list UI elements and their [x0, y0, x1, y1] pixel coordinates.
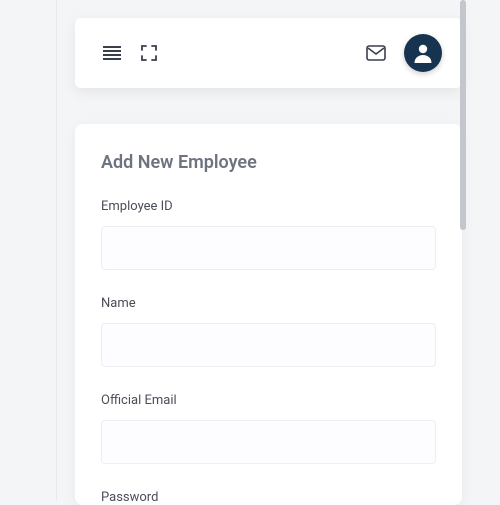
field-name: Name [101, 296, 436, 367]
field-password: Password [101, 490, 436, 505]
scrollbar-thumb[interactable] [460, 0, 466, 230]
field-email: Official Email [101, 393, 436, 464]
page-title: Add New Employee [101, 152, 436, 173]
sidebar-edge [56, 0, 57, 500]
input-name[interactable] [101, 323, 436, 367]
topbar [75, 18, 462, 88]
label-password: Password [101, 490, 436, 505]
menu-icon[interactable] [103, 46, 121, 60]
label-name: Name [101, 296, 436, 311]
label-employee-id: Employee ID [101, 199, 436, 214]
mail-icon[interactable] [366, 45, 386, 61]
add-employee-card: Add New Employee Employee ID Name Offici… [75, 124, 462, 505]
label-email: Official Email [101, 393, 436, 408]
input-email[interactable] [101, 420, 436, 464]
input-employee-id[interactable] [101, 226, 436, 270]
field-employee-id: Employee ID [101, 199, 436, 270]
fullscreen-icon[interactable] [141, 45, 157, 61]
avatar[interactable] [404, 34, 442, 72]
